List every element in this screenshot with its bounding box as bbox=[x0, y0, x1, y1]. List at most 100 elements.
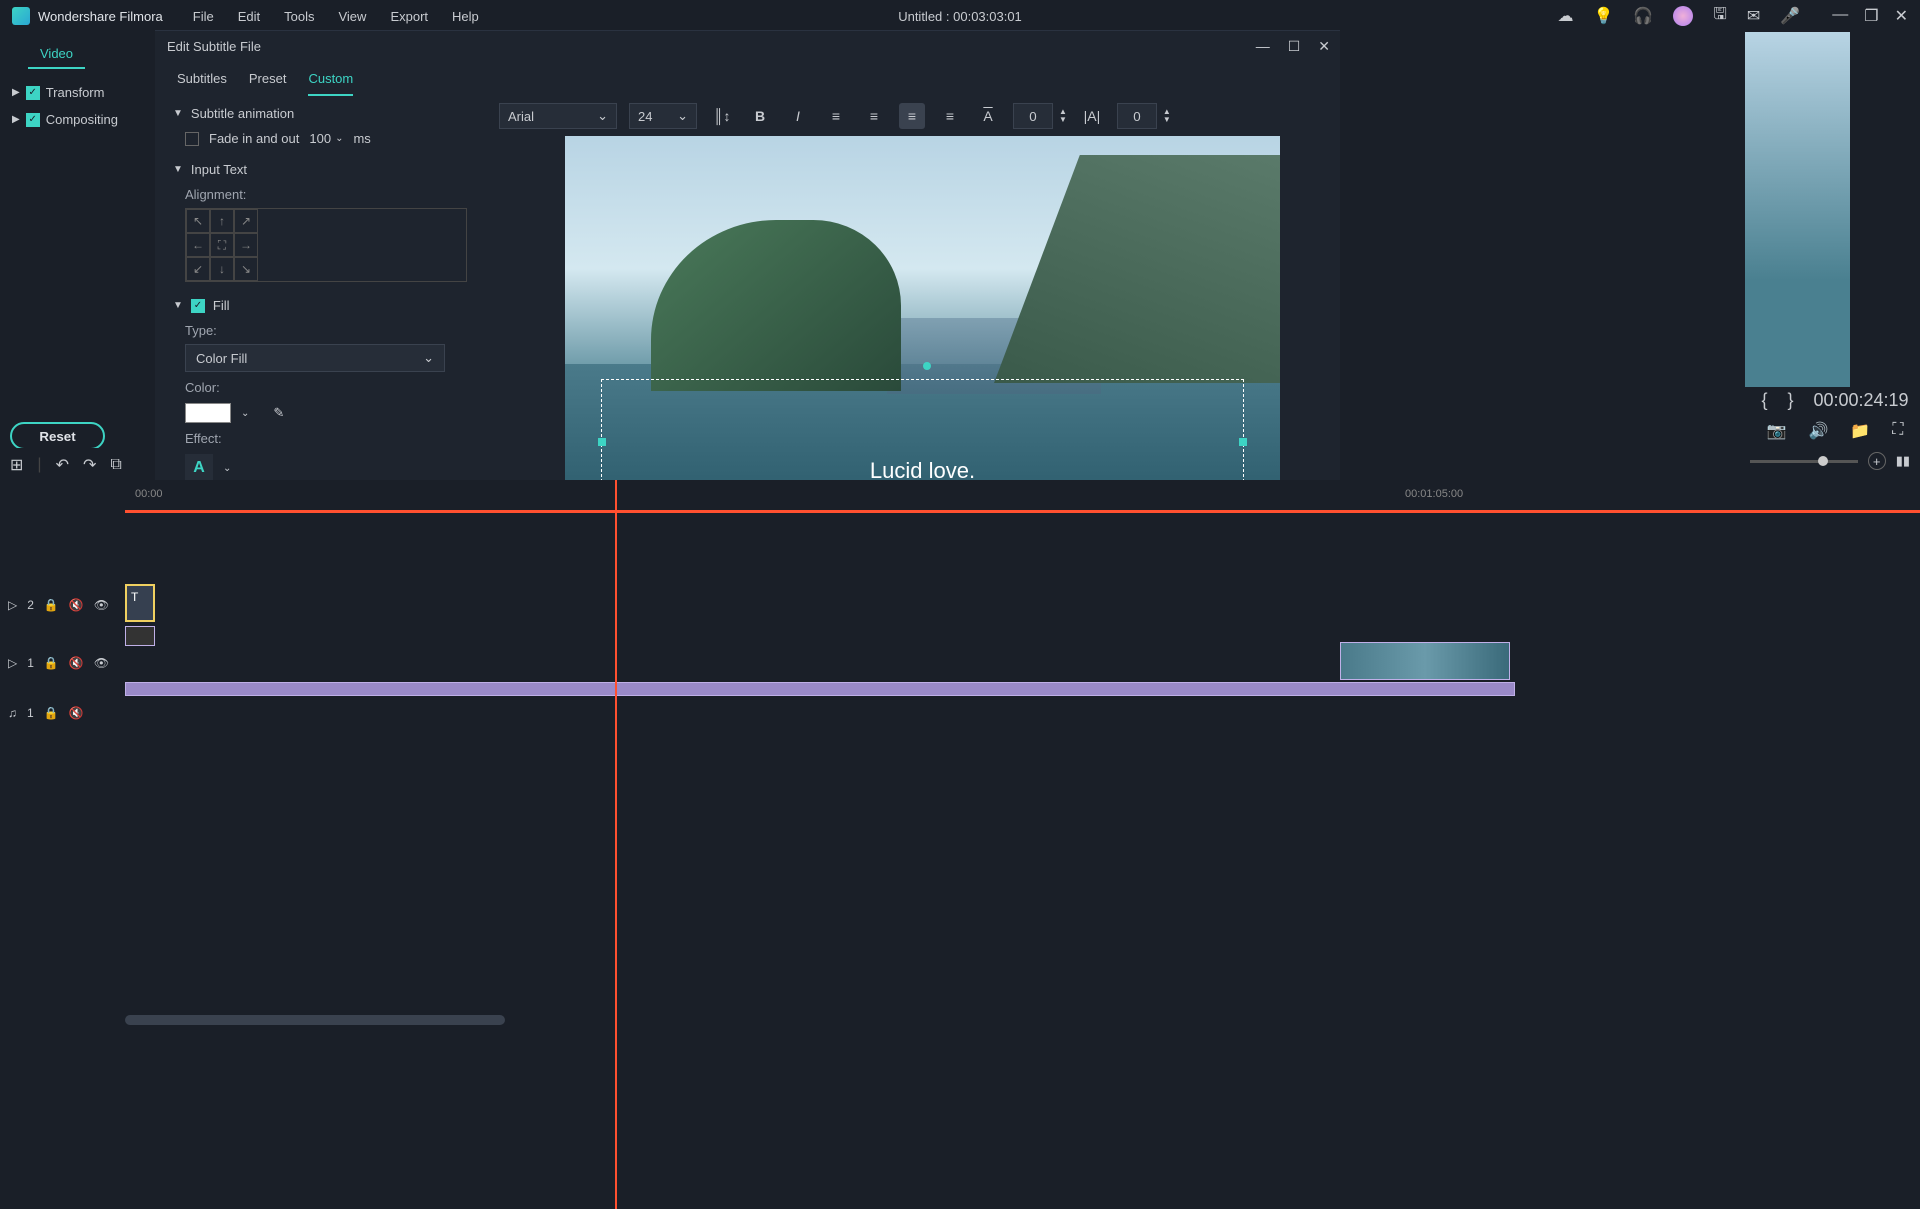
menu-export[interactable]: Export bbox=[390, 9, 428, 24]
video-track-1[interactable]: ▷ 1 🔒 🔇 👁 bbox=[0, 638, 1920, 688]
tab-preset[interactable]: Preset bbox=[249, 71, 287, 96]
camera-icon[interactable]: 📷 bbox=[1767, 421, 1787, 441]
track-toggle-icon[interactable]: ▷ bbox=[8, 656, 17, 670]
folder-icon[interactable]: 📁 bbox=[1850, 421, 1870, 441]
music-icon[interactable]: ♫ bbox=[8, 706, 17, 720]
crop-icon[interactable]: ⧉ bbox=[110, 456, 121, 474]
tab-video[interactable]: Video bbox=[28, 40, 85, 69]
bracket-close-icon[interactable]: } bbox=[1787, 390, 1793, 411]
save-icon[interactable]: 🖫 bbox=[1713, 3, 1727, 30]
user-avatar[interactable] bbox=[1673, 6, 1693, 26]
align-l[interactable]: ← bbox=[186, 233, 210, 257]
effect-preview[interactable]: A bbox=[185, 454, 213, 482]
redo-icon[interactable]: ↷ bbox=[83, 455, 96, 475]
fill-checkbox[interactable]: ✓ bbox=[191, 299, 205, 313]
section-animation[interactable]: ▼ Subtitle animation bbox=[173, 106, 467, 121]
menu-tools[interactable]: Tools bbox=[284, 9, 314, 24]
align-t[interactable]: ↑ bbox=[210, 209, 234, 233]
letter-spacing-spinner[interactable]: ▲▼ bbox=[1013, 103, 1067, 129]
lock-icon[interactable]: 🔒 bbox=[44, 598, 59, 612]
color-swatch[interactable] bbox=[185, 403, 231, 423]
cloud-icon[interactable]: ☁ bbox=[1557, 6, 1573, 26]
bracket-open-icon[interactable]: { bbox=[1761, 390, 1767, 411]
close-icon[interactable]: ✕ bbox=[1895, 6, 1908, 26]
tracking-icon[interactable]: |A| bbox=[1079, 103, 1105, 129]
modal-minimize-icon[interactable]: — bbox=[1256, 38, 1270, 55]
align-justify-button[interactable]: ≡ bbox=[937, 103, 963, 129]
fade-value[interactable]: 100 bbox=[309, 131, 331, 146]
menu-edit[interactable]: Edit bbox=[238, 9, 260, 24]
align-center[interactable]: ⛶ bbox=[210, 233, 234, 257]
audio-track-1[interactable]: ♫ 1 🔒 🔇 bbox=[0, 696, 1920, 730]
fill-type-select[interactable]: Color Fill ⌄ bbox=[185, 344, 445, 372]
mail-icon[interactable]: ✉ bbox=[1747, 6, 1760, 26]
track-toggle-icon[interactable]: ▷ bbox=[8, 598, 17, 612]
reset-button[interactable]: Reset bbox=[10, 422, 105, 450]
align-right-button[interactable]: ≡ bbox=[899, 103, 925, 129]
section-input-text[interactable]: ▼ Input Text bbox=[173, 162, 467, 177]
video-track-2[interactable]: ▷ 2 🔒 🔇 👁 bbox=[0, 580, 1920, 630]
section-fill[interactable]: ▼ ✓ Fill bbox=[173, 298, 467, 313]
text-color-button[interactable]: A bbox=[975, 103, 1001, 129]
modal-close-icon[interactable]: ✕ bbox=[1318, 38, 1330, 55]
align-b[interactable]: ↓ bbox=[210, 257, 234, 281]
align-center-button[interactable]: ≡ bbox=[861, 103, 887, 129]
align-tl[interactable]: ↖ bbox=[186, 209, 210, 233]
font-size-select[interactable]: 24 ⌄ bbox=[629, 103, 697, 129]
tab-subtitles[interactable]: Subtitles bbox=[177, 71, 227, 96]
checkbox-on[interactable]: ✓ bbox=[26, 113, 40, 127]
mute-icon[interactable]: 🔇 bbox=[69, 598, 84, 612]
expand-icon[interactable]: ⛶ bbox=[1892, 421, 1903, 441]
tracking-spinner[interactable]: ▲▼ bbox=[1117, 103, 1171, 129]
horizontal-scrollbar[interactable] bbox=[125, 1015, 505, 1025]
maximize-icon[interactable]: ❐ bbox=[1864, 6, 1878, 26]
align-br[interactable]: ↘ bbox=[234, 257, 258, 281]
menu-file[interactable]: File bbox=[193, 9, 214, 24]
tracking-input[interactable] bbox=[1117, 103, 1157, 129]
resize-handle-left[interactable] bbox=[598, 438, 606, 446]
visibility-icon[interactable]: 👁 bbox=[94, 656, 109, 670]
line-height-icon[interactable]: ║↕ bbox=[709, 103, 735, 129]
video-clip[interactable] bbox=[1340, 642, 1510, 680]
grid-icon[interactable]: ⊞ bbox=[10, 455, 23, 475]
align-r[interactable]: → bbox=[234, 233, 258, 257]
fade-checkbox[interactable] bbox=[185, 132, 199, 146]
menu-help[interactable]: Help bbox=[452, 9, 479, 24]
main-ruler[interactable]: 00:00 00:01:05:00 bbox=[125, 488, 1920, 512]
align-tr[interactable]: ↗ bbox=[234, 209, 258, 233]
minimize-icon[interactable]: — bbox=[1832, 6, 1848, 26]
property-transform[interactable]: ▶ ✓ Transform bbox=[8, 79, 147, 106]
visibility-icon[interactable]: 👁 bbox=[94, 598, 109, 612]
waveform-icon[interactable]: ▮▮ bbox=[1896, 453, 1910, 469]
audio-clip[interactable] bbox=[125, 682, 1515, 696]
mute-icon[interactable]: 🔇 bbox=[69, 656, 84, 670]
zoom-in-icon[interactable]: + bbox=[1868, 452, 1886, 470]
letter-spacing-input[interactable] bbox=[1013, 103, 1053, 129]
undo-icon[interactable]: ↶ bbox=[56, 455, 69, 475]
bold-button[interactable]: B bbox=[747, 103, 773, 129]
mute-icon[interactable]: 🔇 bbox=[69, 706, 84, 720]
font-select[interactable]: Arial ⌄ bbox=[499, 103, 617, 129]
main-playhead[interactable] bbox=[615, 480, 617, 1209]
rotate-handle[interactable] bbox=[923, 362, 931, 370]
headphones-icon[interactable]: 🎧 bbox=[1633, 6, 1653, 26]
chevron-down-icon[interactable]: ⌄ bbox=[335, 133, 343, 144]
video-preview[interactable]: Lucid love. bbox=[565, 136, 1280, 516]
chevron-down-icon[interactable]: ⌄ bbox=[223, 463, 231, 474]
lock-icon[interactable]: 🔒 bbox=[44, 706, 59, 720]
modal-maximize-icon[interactable]: ☐ bbox=[1288, 38, 1301, 55]
menu-view[interactable]: View bbox=[338, 9, 366, 24]
chevron-down-icon[interactable]: ⌄ bbox=[241, 408, 249, 419]
speaker-icon[interactable]: 🔊 bbox=[1808, 421, 1828, 441]
lightbulb-icon[interactable]: 💡 bbox=[1593, 6, 1613, 26]
resize-handle-right[interactable] bbox=[1239, 438, 1247, 446]
eyedropper-icon[interactable]: ✎ bbox=[273, 405, 284, 421]
mic-icon[interactable]: 🎤 bbox=[1780, 6, 1800, 26]
text-clip-selected[interactable] bbox=[125, 584, 155, 622]
property-compositing[interactable]: ▶ ✓ Compositing bbox=[8, 106, 147, 133]
lock-icon[interactable]: 🔒 bbox=[44, 656, 59, 670]
tab-custom[interactable]: Custom bbox=[308, 71, 353, 96]
align-left-button[interactable]: ≡ bbox=[823, 103, 849, 129]
italic-button[interactable]: I bbox=[785, 103, 811, 129]
align-bl[interactable]: ↙ bbox=[186, 257, 210, 281]
